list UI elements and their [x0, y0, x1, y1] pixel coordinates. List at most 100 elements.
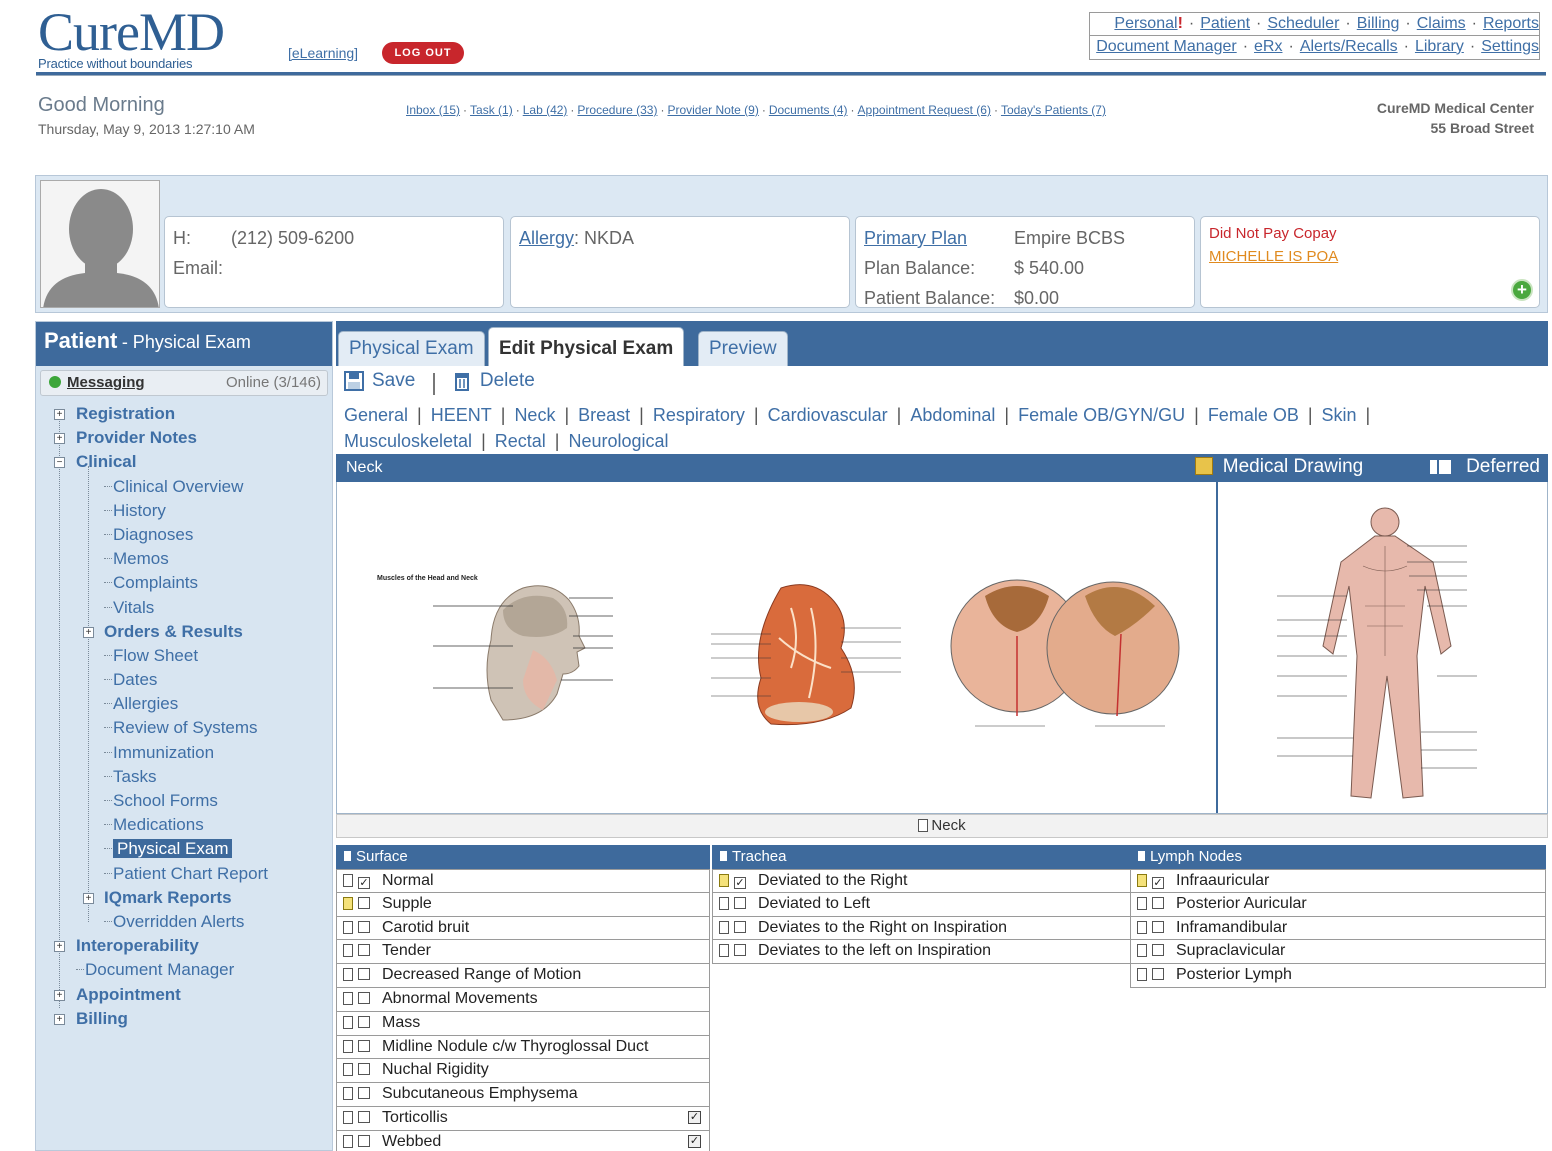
sidebar-item-orders-results[interactable]: + Orders & Results: [36, 620, 332, 644]
note-icon[interactable]: [343, 968, 353, 982]
sidebar-item-appointment[interactable]: + Appointment: [36, 983, 332, 1007]
deferred-checkbox[interactable]: [1438, 460, 1451, 474]
head-neck-muscles-diagram[interactable]: Muscles of the Head and Neck: [373, 570, 663, 730]
expand-icon[interactable]: +: [54, 941, 65, 953]
quick-link-task-1[interactable]: Task (1): [470, 103, 513, 117]
tab-preview[interactable]: Preview: [698, 331, 788, 366]
sidebar-item-immunization[interactable]: Immunization: [36, 741, 332, 765]
quick-link-appointment-request-6[interactable]: Appointment Request (6): [858, 103, 991, 117]
note-icon[interactable]: [343, 944, 353, 958]
nav-settings[interactable]: Settings: [1481, 38, 1539, 55]
quick-link-procedure-33[interactable]: Procedure (33): [577, 103, 657, 117]
finding-checkbox[interactable]: [358, 991, 370, 1004]
sidebar-item-review-of-systems[interactable]: Review of Systems: [36, 716, 332, 740]
finding-checkbox[interactable]: ✓: [358, 877, 370, 889]
finding-checkbox[interactable]: [1152, 944, 1164, 957]
nav-library[interactable]: Library: [1415, 38, 1464, 55]
sidebar-item-physical-exam[interactable]: Physical Exam: [36, 837, 332, 861]
collapse-icon[interactable]: −: [54, 457, 65, 469]
nav-scheduler[interactable]: Scheduler: [1267, 15, 1339, 32]
section-link-female-ob[interactable]: Female OB: [1208, 405, 1299, 425]
note-icon[interactable]: [343, 1087, 353, 1101]
section-link-neck[interactable]: Neck: [514, 405, 555, 425]
sidebar-item-registration[interactable]: + Registration: [36, 402, 332, 426]
finding-checkbox[interactable]: [358, 1063, 370, 1076]
finding-checkbox[interactable]: [358, 896, 370, 909]
sidebar-item-overridden-alerts[interactable]: Overridden Alerts: [36, 910, 332, 934]
note-icon[interactable]: [343, 1063, 353, 1077]
delete-button[interactable]: Delete: [452, 370, 535, 392]
finding-checkbox[interactable]: [734, 920, 746, 933]
note-icon[interactable]: [1137, 968, 1147, 982]
section-link-skin[interactable]: Skin: [1322, 405, 1357, 425]
add-alert-icon[interactable]: +: [1511, 279, 1533, 301]
sidebar-item-history[interactable]: History: [36, 499, 332, 523]
quick-link-documents-4[interactable]: Documents (4): [769, 103, 848, 117]
quick-link-today-s-patients-7[interactable]: Today's Patients (7): [1001, 103, 1106, 117]
note-icon[interactable]: [343, 1039, 353, 1053]
quick-link-provider-note-9[interactable]: Provider Note (9): [667, 103, 758, 117]
finding-checkbox[interactable]: [358, 1134, 370, 1147]
sidebar-item-clinical-overview[interactable]: Clinical Overview: [36, 475, 332, 499]
tab-edit-physical-exam[interactable]: Edit Physical Exam: [488, 327, 685, 366]
finding-checkbox[interactable]: [358, 1039, 370, 1052]
finding-checkbox[interactable]: ✓: [734, 877, 746, 889]
note-icon[interactable]: [343, 1134, 353, 1148]
finding-right-checkbox[interactable]: ✓: [688, 1134, 701, 1148]
section-link-rectal[interactable]: Rectal: [495, 431, 546, 451]
section-link-breast[interactable]: Breast: [578, 405, 630, 425]
save-button[interactable]: Save: [344, 370, 415, 392]
allergy-link[interactable]: Allergy: [519, 228, 574, 248]
sidebar-item-allergies[interactable]: Allergies: [36, 692, 332, 716]
finding-checkbox[interactable]: [1152, 896, 1164, 909]
note-icon[interactable]: [343, 874, 353, 887]
nav-document-manager[interactable]: Document Manager: [1096, 38, 1237, 55]
nav-billing[interactable]: Billing: [1357, 15, 1400, 32]
finding-checkbox[interactable]: [358, 944, 370, 957]
quick-link-lab-42[interactable]: Lab (42): [523, 103, 568, 117]
expand-icon[interactable]: +: [54, 989, 65, 1001]
note-icon[interactable]: [343, 896, 353, 910]
section-link-musculoskeletal[interactable]: Musculoskeletal: [344, 431, 472, 451]
sidebar-item-provider-notes[interactable]: + Provider Notes: [36, 426, 332, 450]
quick-link-inbox-15[interactable]: Inbox (15): [406, 103, 460, 117]
note-icon[interactable]: [719, 896, 729, 910]
finding-checkbox[interactable]: [358, 1087, 370, 1100]
sidebar-item-tasks[interactable]: Tasks: [36, 765, 332, 789]
tab-physical-exam[interactable]: Physical Exam: [338, 331, 485, 366]
personal-alert-icon[interactable]: !: [1178, 15, 1183, 32]
finding-checkbox[interactable]: [734, 944, 746, 957]
finding-checkbox[interactable]: [734, 896, 746, 909]
section-link-female-ob-gyn-gu[interactable]: Female OB/GYN/GU: [1018, 405, 1185, 425]
section-link-abdominal[interactable]: Abdominal: [910, 405, 995, 425]
note-icon[interactable]: [343, 920, 353, 934]
section-link-heent[interactable]: HEENT: [431, 405, 492, 425]
note-icon[interactable]: [343, 1015, 353, 1029]
medical-drawing-icon[interactable]: [1194, 457, 1213, 475]
note-icon[interactable]: [343, 991, 353, 1005]
expand-icon[interactable]: +: [83, 892, 94, 904]
finding-checkbox[interactable]: [358, 1015, 370, 1028]
sidebar-item-clinical[interactable]: − Clinical: [36, 450, 332, 474]
elearning-link[interactable]: [eLearning]: [288, 45, 358, 61]
sidebar-item-complaints[interactable]: Complaints: [36, 571, 332, 595]
patient-avatar[interactable]: [40, 180, 160, 308]
nav-reports[interactable]: Reports: [1483, 15, 1539, 32]
nav-erx[interactable]: eRx: [1254, 38, 1282, 55]
finding-checkbox[interactable]: [1152, 968, 1164, 981]
logout-button[interactable]: LOG OUT: [382, 42, 464, 64]
expand-icon[interactable]: +: [54, 433, 65, 445]
alert-poa[interactable]: MICHELLE IS POA: [1209, 245, 1531, 269]
note-icon[interactable]: [719, 944, 729, 958]
neck-posterior-diagram[interactable]: [945, 576, 1185, 746]
note-icon[interactable]: [343, 1110, 353, 1124]
sidebar-item-vitals[interactable]: Vitals: [36, 596, 332, 620]
nav-claims[interactable]: Claims: [1417, 15, 1466, 32]
nav-personal[interactable]: Personal: [1114, 15, 1177, 32]
full-body-muscles-diagram[interactable]: [1237, 506, 1537, 806]
sidebar-item-document-manager[interactable]: Document Manager: [36, 958, 332, 982]
sidebar-item-patient-chart-report[interactable]: Patient Chart Report: [36, 862, 332, 886]
neck-muscles-diagram[interactable]: [691, 578, 921, 738]
finding-checkbox[interactable]: [1152, 920, 1164, 933]
sidebar-item-dates[interactable]: Dates: [36, 668, 332, 692]
